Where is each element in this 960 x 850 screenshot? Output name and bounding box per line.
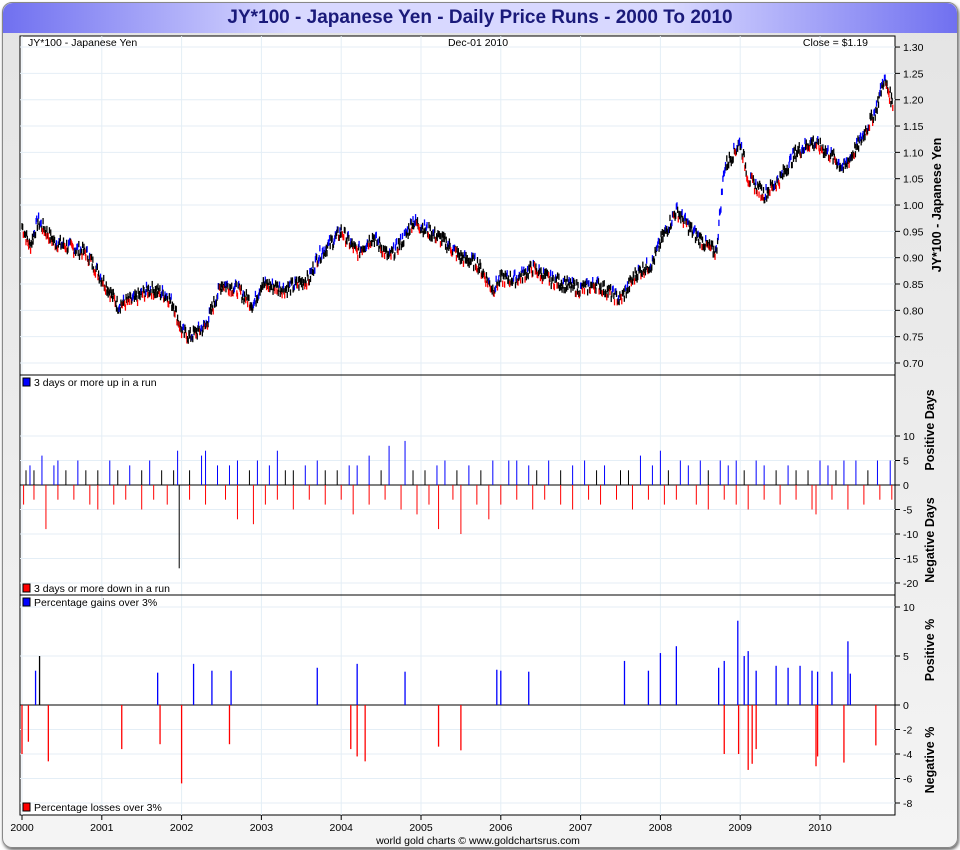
y-label-positive-pct: Positive %	[923, 619, 937, 682]
price-tick-label: 1.00	[903, 200, 924, 212]
x-tick-label: 2008	[649, 822, 673, 834]
legend-runs-up: 3 days or more up in a run	[34, 377, 157, 389]
price-tick-label: 1.15	[903, 121, 924, 133]
pct-tick-label: -2	[903, 725, 912, 737]
x-tick-label: 2004	[330, 822, 354, 834]
x-tick-label: 2007	[569, 822, 593, 834]
price-tick-label: 0.80	[903, 305, 924, 317]
pct-tick-label: -4	[903, 749, 912, 761]
y-label-price: JY*100 - Japanese Yen	[930, 138, 944, 273]
header-date: Dec-01 2010	[448, 37, 508, 49]
legend-swatch-gain	[22, 597, 31, 607]
x-tick-label: 2001	[90, 822, 114, 834]
pct-tick-label: 0	[903, 700, 909, 712]
legend-swatch-down	[22, 583, 31, 593]
header-close: Close = $1.19	[803, 37, 868, 49]
y-label-negative-days: Negative Days	[923, 497, 937, 583]
price-tick-label: 1.05	[903, 174, 924, 186]
price-tick-label: 1.20	[903, 95, 924, 107]
x-tick-label: 2003	[250, 822, 274, 834]
price-tick-label: 0.95	[903, 226, 924, 238]
runs-tick-label: 5	[903, 456, 909, 468]
pct-tick-label: 5	[903, 651, 909, 663]
chart-canvas: JY*100 - Japanese Yen Dec-01 2010 Close …	[10, 35, 944, 847]
runs-tick-label: -10	[903, 529, 918, 541]
price-tick-label: 0.90	[903, 253, 924, 265]
price-tick-label: 1.25	[903, 68, 924, 80]
header-left: JY*100 - Japanese Yen	[28, 37, 137, 49]
x-tick-label: 2010	[808, 822, 832, 834]
x-tick-label: 2006	[489, 822, 513, 834]
y-label-positive-days: Positive Days	[923, 389, 937, 470]
pct-tick-label: -6	[903, 774, 912, 786]
x-tick-label: 2009	[729, 822, 753, 834]
price-tick-label: 0.70	[903, 358, 924, 370]
price-tick-label: 1.10	[903, 147, 924, 159]
pct-tick-label: 10	[903, 602, 915, 614]
runs-tick-label: 0	[903, 480, 909, 492]
footer-credit: world gold charts © www.goldchartsrus.co…	[375, 835, 580, 847]
x-tick-label: 2000	[10, 822, 34, 834]
y-label-negative-pct: Negative %	[923, 727, 937, 794]
price-tick-label: 0.85	[903, 279, 924, 291]
runs-tick-label: -20	[903, 578, 918, 590]
price-tick-label: 1.30	[903, 42, 924, 54]
runs-tick-label: -15	[903, 554, 918, 566]
runs-tick-label: 10	[903, 431, 915, 443]
runs-tick-label: -5	[903, 505, 912, 517]
x-tick-label: 2005	[409, 822, 433, 834]
legend-pct-loss: Percentage losses over 3%	[34, 802, 162, 814]
price-tick-label: 0.75	[903, 332, 924, 344]
legend-swatch-up	[22, 377, 31, 387]
legend-pct-gain: Percentage gains over 3%	[34, 597, 157, 609]
legend-swatch-loss	[22, 802, 31, 812]
x-tick-label: 2002	[170, 822, 194, 834]
legend-runs-down: 3 days or more down in a run	[34, 583, 170, 595]
pct-tick-label: -8	[903, 798, 912, 810]
